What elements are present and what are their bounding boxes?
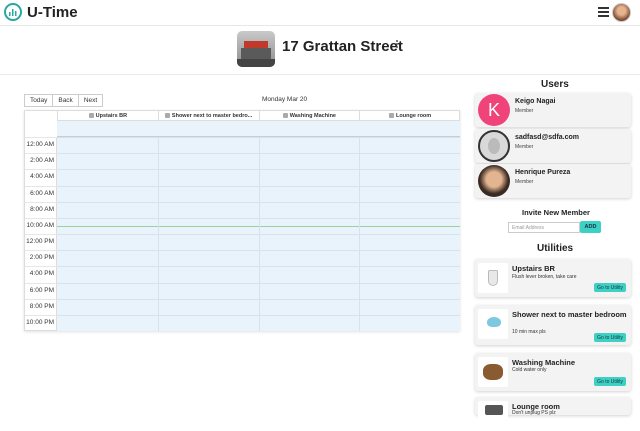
time-divider — [25, 266, 57, 268]
time-divider — [25, 298, 57, 300]
top-bar: U-Time — [0, 0, 640, 26]
time-gutter: 12:00 AM 2:00 AM 4:00 AM 6:00 AM 8:00 AM 10:0… — [25, 137, 57, 331]
all-day-row[interactable] — [57, 121, 460, 137]
go-to-utility-button[interactable]: Go to Utility — [594, 283, 626, 292]
time-label: 4:00 AM — [30, 173, 54, 181]
grid-column-line — [258, 137, 260, 331]
member-avatar — [478, 165, 510, 197]
utility-card[interactable]: Washing Machine Cold water only Go to Ut… — [475, 353, 631, 391]
utility-name: Shower next to master bedroom — [512, 310, 627, 319]
house-image — [237, 31, 275, 67]
today-button[interactable]: Today — [24, 94, 54, 107]
utilities-title: Utilities — [537, 243, 574, 254]
grid-column-line — [359, 137, 361, 331]
time-divider — [25, 314, 57, 316]
time-divider — [25, 250, 57, 252]
tv-icon — [485, 405, 503, 415]
time-divider — [25, 185, 57, 187]
go-to-utility-button[interactable]: Go to Utility — [594, 333, 626, 342]
time-divider — [25, 217, 57, 219]
users-title: Users — [541, 79, 569, 90]
divider — [0, 74, 640, 75]
tv-icon — [389, 113, 395, 119]
column-header-upstairs-br[interactable]: Upstairs BR — [57, 111, 158, 120]
time-divider — [25, 234, 57, 235]
time-label: 10:00 AM — [26, 221, 54, 229]
time-divider — [25, 201, 57, 203]
shower-icon — [164, 113, 170, 119]
time-divider — [25, 137, 57, 138]
washing-machine-icon — [483, 364, 503, 380]
member-avatar — [478, 130, 510, 162]
utility-thumbnail — [478, 357, 508, 387]
utility-name: Upstairs BR — [512, 264, 555, 273]
go-to-utility-button[interactable]: Go to Utility — [594, 377, 626, 386]
shower-icon — [487, 317, 501, 327]
utility-name: Washing Machine — [512, 358, 576, 367]
next-button[interactable]: Next — [78, 94, 104, 107]
member-name: sadfasd@sdfa.com — [515, 134, 580, 141]
add-member-button[interactable]: ADD — [580, 221, 601, 233]
bars-chart-icon[interactable] — [4, 3, 22, 21]
member-name: Henrique Pureza — [515, 169, 571, 176]
hamburger-menu-icon[interactable] — [598, 7, 609, 17]
time-label: 2:00 PM — [29, 254, 54, 262]
time-label: 8:00 PM — [29, 302, 54, 310]
utility-card[interactable]: Lounge room Don't unplug PS plz — [475, 397, 631, 431]
time-label: 2:00 AM — [30, 157, 54, 165]
utility-card[interactable]: Shower next to master bedroom 10 min max… — [475, 305, 631, 345]
invite-title: Invite New Member — [522, 208, 590, 217]
time-label: 4:00 PM — [29, 270, 54, 278]
user-avatar[interactable] — [612, 3, 631, 22]
calendar-toolbar: Today Back Next — [24, 94, 104, 107]
house-title: 17 Grattan Street — [282, 38, 403, 55]
member-avatar: K — [478, 94, 510, 126]
calendar: Upstairs BR Shower next to master bedro.… — [24, 110, 460, 331]
utility-description: Flush lever broken, take care — [512, 274, 577, 280]
toilet-icon — [88, 113, 94, 119]
washing-machine-icon — [282, 113, 288, 119]
utility-description: Cold water only — [512, 367, 547, 373]
calendar-grid[interactable] — [57, 137, 460, 331]
utility-thumbnail — [478, 263, 508, 293]
time-label: 12:00 AM — [26, 141, 54, 148]
grid-column-line — [157, 137, 159, 331]
column-header-washing-machine[interactable]: Washing Machine — [258, 111, 360, 120]
member-card[interactable]: K Keigo Nagai Member — [475, 93, 631, 127]
utility-description: 10 min max pls — [512, 329, 546, 335]
utility-thumbnail — [478, 309, 508, 339]
calendar-header: Upstairs BR Shower next to master bedro.… — [57, 111, 460, 121]
member-name: Keigo Nagai — [515, 98, 556, 105]
utility-card[interactable]: Upstairs BR Flush lever broken, take car… — [475, 259, 631, 297]
time-label: 6:00 PM — [29, 286, 54, 294]
email-input[interactable] — [508, 222, 580, 233]
back-button[interactable]: Back — [53, 94, 79, 107]
member-role: Member — [515, 108, 534, 114]
member-card[interactable]: Henrique Pureza Member — [475, 164, 631, 198]
column-header-shower[interactable]: Shower next to master bedro... — [157, 111, 259, 120]
time-divider — [25, 282, 57, 284]
utility-description: Don't unplug PS plz — [512, 410, 556, 416]
member-card[interactable]: sadfasd@sdfa.com Member — [475, 129, 631, 163]
time-divider — [25, 169, 57, 171]
time-label: 6:00 AM — [30, 189, 54, 197]
member-role: Member — [515, 144, 534, 150]
time-label: 12:00 PM — [26, 238, 54, 245]
time-label: 10:00 PM — [26, 318, 54, 326]
column-header-lounge-room[interactable]: Lounge room — [359, 111, 460, 120]
utility-thumbnail — [478, 401, 508, 431]
more-options-icon[interactable] — [396, 40, 399, 50]
calendar-date-label: Monday Mar 20 — [262, 96, 308, 103]
app-title[interactable]: U-Time — [27, 4, 78, 21]
toilet-icon — [488, 270, 498, 286]
time-divider — [25, 153, 57, 155]
member-role: Member — [515, 179, 534, 185]
time-label: 8:00 AM — [30, 205, 54, 213]
